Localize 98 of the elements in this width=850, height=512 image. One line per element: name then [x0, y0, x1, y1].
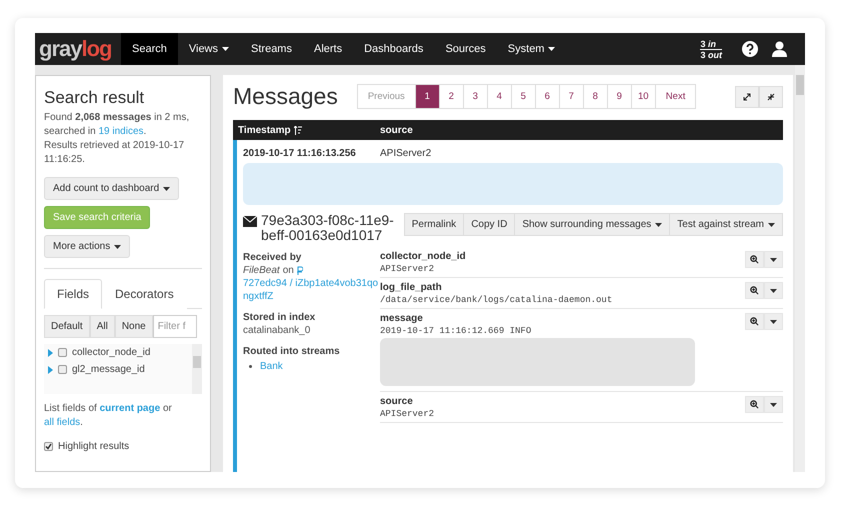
page-link[interactable]: 6: [534, 84, 560, 109]
caret-icon: [770, 402, 777, 406]
action-button[interactable]: Copy ID: [463, 213, 516, 236]
zoom-button[interactable]: [745, 251, 764, 268]
action-button[interactable]: Show surrounding messages: [514, 213, 670, 236]
caret-icon: [655, 222, 662, 226]
field-value: /data/service/bank/logs/catalina-daemon.out: [380, 295, 614, 305]
zoom-in-icon: [750, 286, 759, 295]
filter-button[interactable]: Default: [44, 315, 90, 338]
dropdown-button[interactable]: [764, 396, 783, 413]
field-name: collector_node_id: [380, 251, 467, 262]
checkbox[interactable]: [44, 442, 53, 451]
caret-icon: [770, 258, 777, 262]
zoom-button[interactable]: [745, 396, 764, 413]
throughput-out: 3 out: [700, 50, 722, 60]
field-value: 2019-10-17 11:16:12.669 INFO: [380, 326, 532, 336]
dropdown-button[interactable]: Add count to dashboard: [44, 177, 180, 200]
action-button[interactable]: Permalink: [404, 213, 464, 236]
collapse-icon: [767, 92, 775, 100]
meta-heading: Stored in index: [243, 311, 316, 324]
page-link[interactable]: 9: [606, 84, 632, 109]
nav-item[interactable]: Streams: [240, 33, 303, 65]
caret-icon: [768, 222, 775, 226]
page-link[interactable]: 10: [630, 84, 656, 109]
caret-icon: [163, 186, 170, 190]
meta-heading: Routed into streams: [243, 345, 341, 358]
page-link[interactable]: 8: [582, 84, 608, 109]
dropdown-button[interactable]: [764, 251, 783, 268]
dropdown-button[interactable]: More actions: [44, 235, 130, 258]
expand-button[interactable]: [735, 86, 759, 108]
nav-item[interactable]: Dashboards: [353, 33, 434, 65]
caret-icon: [548, 47, 556, 51]
source-cell-text: APIServer2: [380, 148, 432, 159]
dropdown-button[interactable]: [764, 282, 783, 299]
caret-icon: [222, 47, 230, 51]
sidebar-title: Search result: [44, 88, 146, 108]
nav-item[interactable]: Views: [178, 33, 240, 65]
field-value: APIServer2: [380, 264, 436, 274]
user-icon[interactable]: [772, 41, 787, 57]
page-link[interactable]: 4: [486, 84, 512, 109]
meta-heading: Received by: [243, 251, 302, 264]
expand-icon: [743, 92, 751, 100]
nav-item[interactable]: Alerts: [302, 33, 354, 65]
column-header[interactable]: Timestamp: [238, 124, 380, 136]
filter-field[interactable]: Filter f: [152, 315, 197, 338]
filter-button[interactable]: All: [90, 315, 115, 338]
zoom-in-icon: [750, 255, 759, 264]
timestamp-cell-text: 2019-10-17 11:16:13.256: [243, 148, 357, 159]
field-name: message: [380, 313, 424, 324]
expand-icon[interactable]: [48, 366, 53, 374]
field-name: collector_node_id: [72, 347, 150, 358]
checkbox-label: Highlight results: [58, 441, 130, 452]
page-link[interactable]: 1: [414, 84, 440, 109]
column-header[interactable]: source: [380, 124, 413, 136]
page-link[interactable]: 7: [558, 84, 584, 109]
dropdown-button[interactable]: [764, 313, 783, 330]
field-name: log_file_path: [380, 282, 443, 293]
retrieved-time: Results retrieved at 2019-10-17 11:16:25.: [44, 139, 186, 167]
page-link[interactable]: 2: [438, 84, 464, 109]
tab[interactable]: Fields: [44, 279, 102, 309]
checkbox[interactable]: [58, 348, 67, 357]
field-name: source: [380, 396, 414, 407]
page-link[interactable]: 5: [510, 84, 536, 109]
filter-button[interactable]: None: [114, 315, 153, 338]
caret-icon: [770, 320, 777, 324]
sort-icon: [294, 126, 302, 134]
collapse-button[interactable]: [759, 86, 783, 108]
zoom-in-icon: [750, 317, 759, 326]
help-icon[interactable]: [742, 41, 758, 57]
node-icon: [296, 266, 303, 275]
next-link[interactable]: Next: [654, 84, 696, 109]
page-title: Messages: [233, 83, 338, 110]
zoom-in-icon: [750, 400, 759, 409]
message-id: 79e3a303-f08c-11e9-beff-00163e0d1017: [243, 213, 399, 243]
nav-item[interactable]: Search: [121, 33, 178, 65]
nav-item[interactable]: System: [496, 33, 566, 65]
nav-item[interactable]: Sources: [434, 33, 497, 65]
index-name: catalinabank_0: [243, 324, 312, 337]
search-summary: Found 2,068 messages in 2 ms, searched in 19 indices.: [44, 111, 190, 139]
input-name: FileBeat: [243, 264, 280, 277]
list-fields-text: List fields of current page or all fields.: [44, 402, 173, 430]
caret-icon: [770, 288, 777, 292]
bullet-icon: [249, 365, 252, 368]
page-link[interactable]: 3: [462, 84, 488, 109]
envelope-icon: [243, 216, 257, 227]
action-button[interactable]: Test against stream: [669, 213, 783, 236]
checkbox[interactable]: [58, 365, 67, 374]
field-name: gl2_message_id: [72, 364, 145, 375]
zoom-button[interactable]: [745, 282, 764, 299]
zoom-button[interactable]: [745, 313, 764, 330]
caret-icon: [114, 244, 122, 248]
graylog-logo[interactable]: graylog: [35, 33, 121, 65]
scrollbar[interactable]: [795, 65, 805, 472]
expand-icon[interactable]: [48, 348, 53, 356]
field-value: APIServer2: [380, 409, 436, 419]
throughput-in: 3 in: [700, 38, 722, 50]
scrollbar[interactable]: [192, 344, 202, 394]
on-text: on: [282, 264, 294, 277]
